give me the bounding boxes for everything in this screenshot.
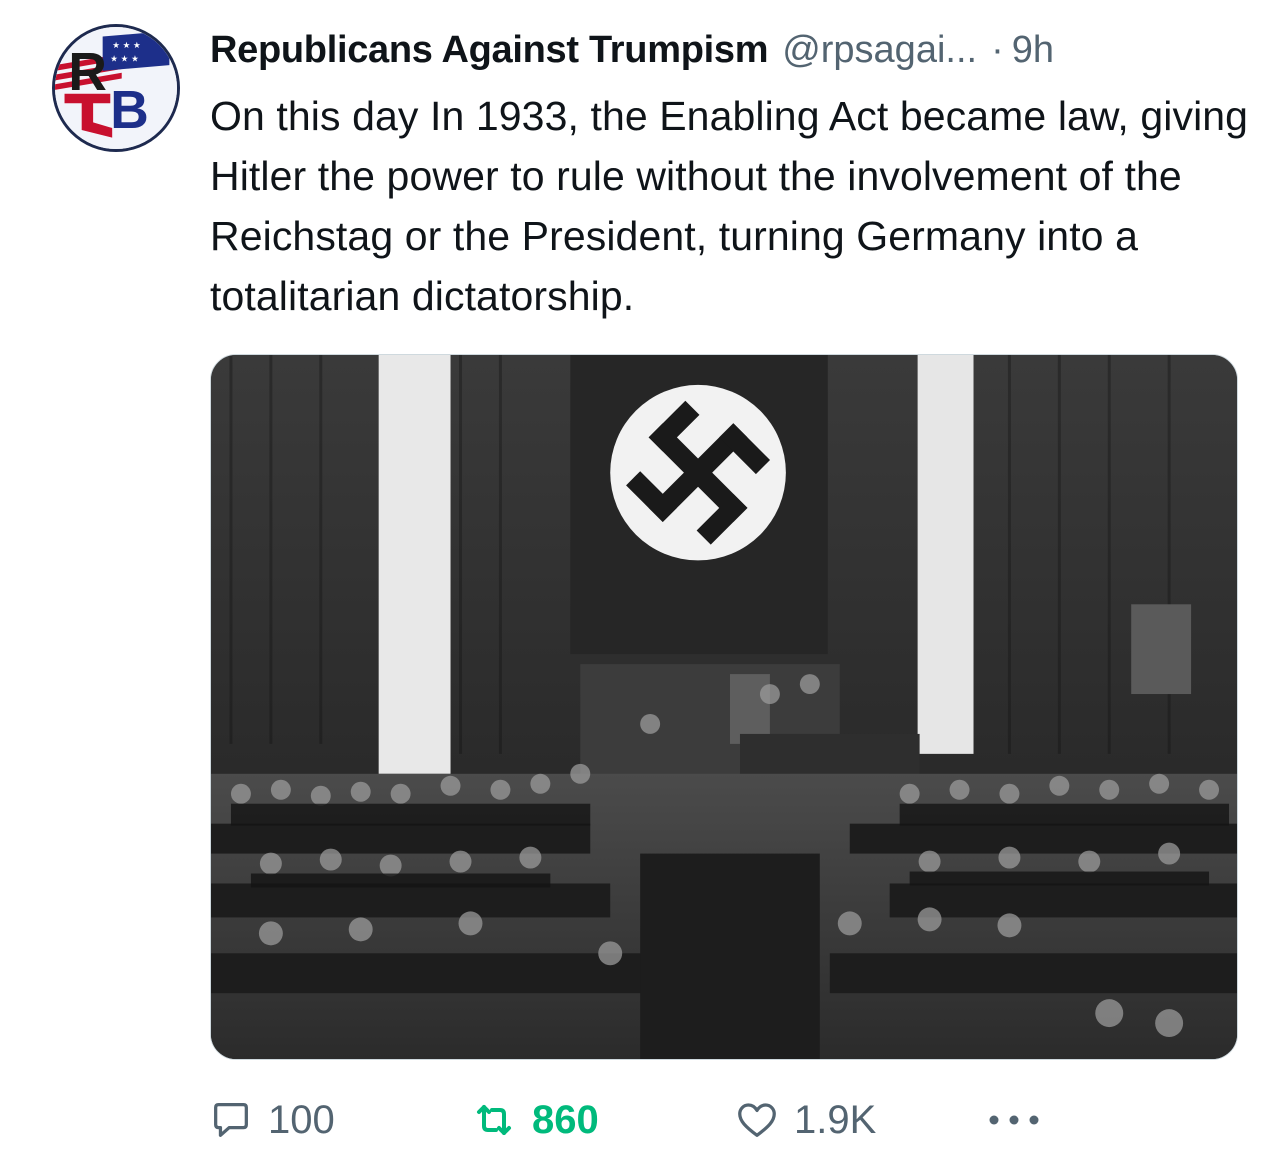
photo-icon <box>211 355 1237 1059</box>
reply-count: 100 <box>268 1097 335 1142</box>
retweet-count: 860 <box>532 1097 599 1142</box>
tweet[interactable]: ★ ★ ★ ★ ★ ★ R B Republicans Against Trum… <box>0 0 1284 1172</box>
like-count: 1.9K <box>794 1097 877 1142</box>
svg-text:★ ★ ★: ★ ★ ★ <box>112 41 141 51</box>
rb-logo-icon: ★ ★ ★ ★ ★ ★ R B <box>55 27 177 149</box>
action-bar: 100 860 1.9K <box>0 1088 1284 1152</box>
heart-icon <box>738 1103 776 1137</box>
avatar[interactable]: ★ ★ ★ ★ ★ ★ R B <box>52 24 180 152</box>
more-button[interactable] <box>984 1088 1044 1152</box>
tweet-text: On this day In 1933, the Enabling Act be… <box>210 93 1249 319</box>
svg-text:★ ★ ★: ★ ★ ★ <box>110 54 139 64</box>
like-button[interactable]: 1.9K <box>734 1088 876 1152</box>
svg-text:R: R <box>68 43 107 102</box>
retweet-icon <box>477 1105 511 1135</box>
svg-text:B: B <box>110 81 149 140</box>
display-name[interactable]: Republicans Against Trumpism <box>210 26 768 74</box>
timestamp[interactable]: 9h <box>1012 26 1054 74</box>
retweet-button[interactable]: 860 <box>470 1088 599 1152</box>
more-icon <box>989 1115 1039 1125</box>
tweet-media[interactable] <box>210 354 1238 1060</box>
handle[interactable]: @rpsagai... <box>782 26 977 74</box>
reply-button[interactable]: 100 <box>208 1088 335 1152</box>
separator-dot: · <box>991 29 1004 71</box>
reply-icon <box>214 1103 248 1137</box>
tweet-header: Republicans Against Trumpism @rpsagai...… <box>210 26 1250 74</box>
